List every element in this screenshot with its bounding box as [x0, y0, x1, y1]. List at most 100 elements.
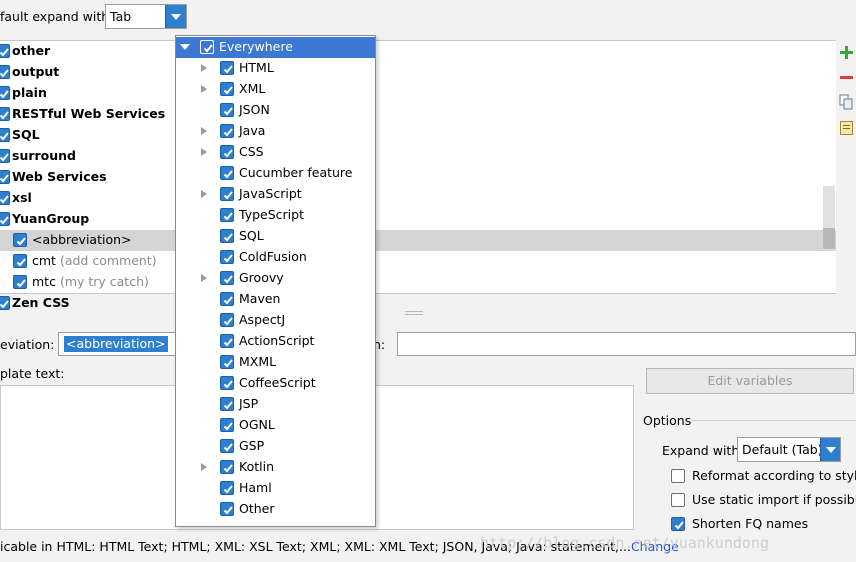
- add-icon[interactable]: [840, 46, 853, 59]
- context-item[interactable]: CSS: [176, 142, 375, 163]
- default-expand-combo[interactable]: Tab: [105, 4, 187, 29]
- context-item[interactable]: ColdFusion: [176, 247, 375, 268]
- expand-arrow-icon[interactable]: [201, 85, 207, 93]
- template-tree[interactable]: other output plain RESTful Web Services SQL s…: [0, 40, 836, 310]
- checkbox-checked-icon[interactable]: [0, 191, 10, 205]
- collapse-icon[interactable]: [180, 44, 190, 50]
- context-item[interactable]: AspectJ: [176, 310, 375, 331]
- checkbox-checked-icon[interactable]: [220, 334, 234, 348]
- template-row[interactable]: YuanGroup: [0, 209, 836, 230]
- checkbox-checked-icon[interactable]: [13, 275, 27, 289]
- template-row[interactable]: cmt (add comment): [0, 251, 836, 272]
- checkbox-checked-icon[interactable]: [0, 107, 10, 121]
- copy-icon[interactable]: [839, 94, 854, 110]
- expand-arrow-icon[interactable]: [201, 127, 207, 135]
- checkbox-checked-icon[interactable]: [220, 502, 234, 516]
- context-item[interactable]: XML: [176, 79, 375, 100]
- context-item[interactable]: HTML: [176, 58, 375, 79]
- context-item[interactable]: TypeScript: [176, 205, 375, 226]
- checkbox-checked-icon[interactable]: [200, 40, 214, 54]
- context-item[interactable]: JSP: [176, 394, 375, 415]
- checkbox-checked-icon[interactable]: [220, 82, 234, 96]
- template-row[interactable]: xsl: [0, 188, 836, 209]
- template-row[interactable]: other: [0, 41, 836, 62]
- checkbox-checked-icon[interactable]: [0, 65, 10, 79]
- checkbox-checked-icon[interactable]: [220, 355, 234, 369]
- template-row[interactable]: Web Services: [0, 167, 836, 188]
- context-item[interactable]: Groovy: [176, 268, 375, 289]
- context-popup[interactable]: Everywhere HTML XML JSON Java CSS Cucumber fe…: [175, 35, 376, 527]
- checkbox-checked-icon[interactable]: [220, 187, 234, 201]
- checkbox-icon[interactable]: [671, 493, 685, 507]
- checkbox-checked-icon[interactable]: [0, 170, 10, 184]
- chevron-down-icon[interactable]: [165, 5, 186, 28]
- checkbox-checked-icon[interactable]: [220, 313, 234, 327]
- context-item[interactable]: CoffeeScript: [176, 373, 375, 394]
- template-row[interactable]: <abbreviation>: [0, 230, 836, 251]
- description-input[interactable]: [397, 332, 856, 356]
- context-label: Everywhere: [219, 39, 293, 54]
- context-item[interactable]: JavaScript: [176, 184, 375, 205]
- checkbox-checked-icon[interactable]: [220, 208, 234, 222]
- checkbox-checked-icon[interactable]: [220, 460, 234, 474]
- expand-arrow-icon[interactable]: [201, 190, 207, 198]
- context-item[interactable]: GSP: [176, 436, 375, 457]
- checkbox-checked-icon[interactable]: [220, 250, 234, 264]
- context-item[interactable]: ActionScript: [176, 331, 375, 352]
- checkbox-checked-icon[interactable]: [0, 86, 10, 100]
- checkbox-checked-icon[interactable]: [0, 44, 10, 58]
- context-item-everywhere[interactable]: Everywhere: [176, 37, 375, 58]
- chevron-down-icon[interactable]: [820, 438, 840, 461]
- side-toolbar: [837, 40, 856, 294]
- context-item[interactable]: Maven: [176, 289, 375, 310]
- checkbox-checked-icon[interactable]: [220, 292, 234, 306]
- checkbox-checked-icon[interactable]: [220, 481, 234, 495]
- checkbox-checked-icon[interactable]: [0, 296, 10, 310]
- remove-icon[interactable]: [840, 71, 853, 84]
- checkbox-checked-icon[interactable]: [13, 254, 27, 268]
- context-item[interactable]: Haml: [176, 478, 375, 499]
- checkbox-checked-icon[interactable]: [220, 439, 234, 453]
- checkbox-checked-icon[interactable]: [220, 397, 234, 411]
- edit-variables-button[interactable]: Edit variables: [646, 368, 854, 394]
- template-row[interactable]: output: [0, 62, 836, 83]
- template-row[interactable]: SQL: [0, 125, 836, 146]
- checkbox-checked-icon[interactable]: [671, 517, 685, 531]
- context-item[interactable]: Kotlin: [176, 457, 375, 478]
- context-item[interactable]: Other: [176, 499, 375, 520]
- checkbox-checked-icon[interactable]: [220, 418, 234, 432]
- expand-arrow-icon[interactable]: [201, 274, 207, 282]
- context-item[interactable]: OGNL: [176, 415, 375, 436]
- checkbox-checked-icon[interactable]: [220, 124, 234, 138]
- checkbox-checked-icon[interactable]: [0, 149, 10, 163]
- template-row[interactable]: RESTful Web Services: [0, 104, 836, 125]
- checkbox-checked-icon[interactable]: [13, 233, 27, 247]
- context-item[interactable]: MXML: [176, 352, 375, 373]
- checkbox-checked-icon[interactable]: [220, 229, 234, 243]
- tree-scrollbar-thumb[interactable]: [823, 228, 835, 249]
- template-row[interactable]: surround: [0, 146, 836, 167]
- context-item[interactable]: JSON: [176, 100, 375, 121]
- context-item[interactable]: Java: [176, 121, 375, 142]
- expand-with-combo[interactable]: Default (Tab): [737, 437, 841, 462]
- checkbox-checked-icon[interactable]: [220, 61, 234, 75]
- expand-arrow-icon[interactable]: [201, 64, 207, 72]
- context-label: Cucumber feature: [239, 165, 353, 180]
- checkbox-icon[interactable]: [671, 469, 685, 483]
- template-row[interactable]: mtc (my try catch): [0, 272, 836, 293]
- checkbox-checked-icon[interactable]: [0, 128, 10, 142]
- checkbox-checked-icon[interactable]: [220, 166, 234, 180]
- context-item[interactable]: SQL: [176, 226, 375, 247]
- expand-arrow-icon[interactable]: [201, 463, 207, 471]
- context-item[interactable]: Cucumber feature: [176, 163, 375, 184]
- checkbox-checked-icon[interactable]: [220, 145, 234, 159]
- expand-arrow-icon[interactable]: [201, 148, 207, 156]
- splitter-handle[interactable]: [405, 311, 423, 315]
- checkbox-checked-icon[interactable]: [0, 212, 10, 226]
- template-icon[interactable]: [840, 121, 853, 135]
- template-row[interactable]: plain: [0, 83, 836, 104]
- abbreviation-input[interactable]: <abbreviation>: [58, 332, 178, 356]
- checkbox-checked-icon[interactable]: [220, 376, 234, 390]
- checkbox-checked-icon[interactable]: [220, 103, 234, 117]
- checkbox-checked-icon[interactable]: [220, 271, 234, 285]
